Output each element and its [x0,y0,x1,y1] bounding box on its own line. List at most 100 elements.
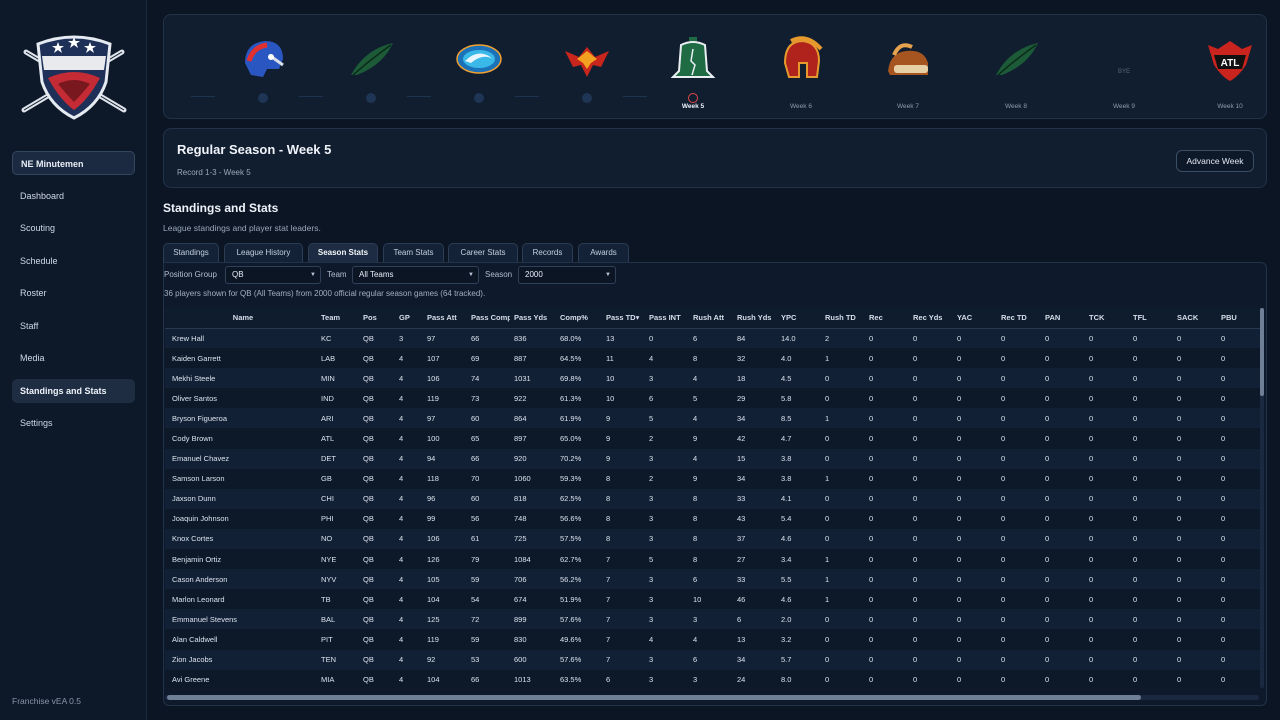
table-row[interactable]: Knox Cortes NO QB 4 106 61 725 57.5% 8 3 8 37 4.6 0 0 0… [165,528,1260,550]
column-header[interactable]: Comp% [556,308,602,329]
sidebar-item-schedule[interactable]: Schedule [12,249,135,273]
column-header[interactable]: Pass TD▾ [602,308,645,329]
column-header[interactable]: Rush TD [821,308,865,329]
column-header[interactable]: Rush Att [689,308,733,329]
table-row[interactable]: Cason Anderson NYV QB 4 105 59 706 56.2% 7 3 6 33 5.… [165,569,1260,590]
week-connector [515,96,539,97]
scroll-thumb[interactable] [1260,308,1264,396]
column-header[interactable]: Team [317,308,359,329]
stat-cell: 0 [821,488,865,509]
column-header[interactable]: Rush Yds [733,308,777,329]
week-node-1[interactable] [228,33,298,118]
table-row[interactable]: Alan Caldwell PIT QB 4 119 59 830 49.6% 7 4 4 13 3.2… [165,629,1260,650]
column-header[interactable]: YPC [777,308,821,329]
tab-records[interactable]: Records [522,243,573,262]
sidebar-item-settings[interactable]: Settings [12,411,135,435]
table-row[interactable]: Marlon Leonard TB QB 4 104 54 674 51.9% 7 3 10 46 4.… [165,589,1260,610]
team-selector[interactable]: NE Minutemen [12,151,135,175]
sidebar-item-standings-and-stats[interactable]: Standings and Stats [12,378,135,403]
column-header[interactable]: Pass Comp [467,308,510,329]
table-row[interactable]: Oliver Santos IND QB 4 119 73 922 61.3% 10 6 5 29 5.… [165,388,1260,409]
stat-cell: 0 [1173,468,1217,489]
stat-cell: 105 [423,569,467,590]
column-header[interactable]: Pass Att [423,308,467,329]
week-node-6[interactable]: Week 6 [766,33,836,118]
position-group-select[interactable]: QB ▼ [225,266,321,284]
table-row[interactable]: Kaiden Garrett LAB QB 4 107 69 887 64.5% 11 4 8 32 4… [165,348,1260,369]
table-row[interactable]: Emanuel Chavez DET QB 4 94 66 920 70.2% 9 3 4 15 3.8… [165,448,1260,469]
column-header[interactable]: YAC [953,308,997,329]
column-header[interactable]: SACK [1173,308,1217,329]
stat-cell: 0 [1217,569,1260,590]
table-row[interactable]: Cody Brown ATL QB 4 100 65 897 65.0% 9 2 9 42 4.7 0 0 0… [165,428,1260,449]
season-select[interactable]: 2000 ▼ [518,266,616,284]
stat-cell: 3.8 [777,448,821,469]
stat-cell: 0 [909,609,953,630]
tab-league-history[interactable]: League History [224,243,303,262]
sidebar-item-staff[interactable]: Staff [12,314,135,338]
stat-cell: 84 [733,328,777,349]
tab-awards[interactable]: Awards [578,243,629,262]
stats-table-container[interactable]: Name Team Pos GP Pass Att Pass Comp Pass Yds Co… [165,308,1260,688]
column-header[interactable]: Pos [359,308,395,329]
sidebar-item-roster[interactable]: Roster [12,281,135,305]
table-row[interactable]: Benjamin Ortiz NYE QB 4 126 79 1084 62.7% 7 5 8 27 3… [165,549,1260,570]
tab-standings[interactable]: Standings [163,243,219,262]
table-row[interactable]: Emmanuel Stevens BAL QB 4 125 72 899 57.6% 7 3 3 6 2… [165,609,1260,630]
stat-cell: 0 [1085,448,1129,469]
team-select[interactable]: All Teams ▼ [352,266,479,284]
week-node-9[interactable]: BYE Week 9 [1089,33,1159,118]
season-stats-panel: Position Group QB ▼ Team All Teams ▼ Sea… [163,262,1267,706]
stat-cell: 0 [1217,549,1260,570]
week-node-4[interactable] [552,33,622,118]
stat-cell: 0 [1173,669,1217,688]
sidebar-item-scouting[interactable]: Scouting [12,216,135,240]
table-row[interactable]: Samson Larson GB QB 4 118 70 1060 59.3% 8 2 9 34 3.8… [165,468,1260,489]
week-node-7[interactable]: Week 7 [873,33,943,118]
column-header[interactable]: PAN [1041,308,1085,329]
advance-week-button[interactable]: Advance Week [1176,150,1254,172]
tab-season-stats[interactable]: Season Stats [308,243,378,262]
table-row[interactable]: Jaxson Dunn CHI QB 4 96 60 818 62.5% 8 3 8 33 4.1 0 0 0… [165,488,1260,509]
week-node-10[interactable]: ATL Week 10 [1195,33,1265,118]
stat-cell: 97 [423,328,467,349]
stat-cell: 4.7 [777,428,821,449]
season-title: Regular Season - Week 5 [177,142,332,157]
week-node-2[interactable] [336,33,406,118]
table-row[interactable]: Bryson Figueroa ARI QB 4 97 60 864 61.9% 9 5 4 34 8.… [165,408,1260,429]
column-header[interactable]: Rec [865,308,909,329]
tab-career-stats[interactable]: Career Stats [448,243,518,262]
column-header[interactable]: GP [395,308,423,329]
column-header[interactable]: Pass INT [645,308,689,329]
vertical-scrollbar[interactable] [1260,308,1264,688]
column-header[interactable]: Rec Yds [909,308,953,329]
column-header[interactable]: TFL [1129,308,1173,329]
table-row[interactable]: Avi Greene MIA QB 4 104 66 1013 63.5% 6 3 3 24 8.0 0 0… [165,669,1260,688]
stat-cell: 119 [423,629,467,650]
stat-cell: 57.5% [556,528,602,550]
column-header[interactable]: Name [165,308,317,329]
table-row[interactable]: Mekhi Steele MIN QB 4 106 74 1031 69.8% 10 3 4 18 4.… [165,368,1260,389]
sidebar-item-media[interactable]: Media [12,346,135,370]
column-header[interactable]: Pass Yds [510,308,556,329]
stat-cell: 0 [1173,408,1217,429]
week-node-5[interactable]: Week 5 [658,33,728,118]
column-header[interactable]: PBU [1217,308,1260,329]
player-name-cell: Oliver Santos [165,388,317,409]
stat-cell: 0 [1129,368,1173,389]
table-row[interactable]: Zion Jacobs TEN QB 4 92 53 600 57.6% 7 3 6 34 5.7 0 0 0… [165,649,1260,670]
stat-cell: 830 [510,629,556,650]
week-node-8[interactable]: Week 8 [981,33,1051,118]
sidebar-item-dashboard[interactable]: Dashboard [12,184,135,208]
stat-cell: 0 [1041,569,1085,590]
tab-team-stats[interactable]: Team Stats [383,243,444,262]
week-node-3[interactable] [444,33,514,118]
stat-cell: 118 [423,468,467,489]
scroll-thumb[interactable] [167,695,1141,700]
table-row[interactable]: Krew Hall KC QB 3 97 66 836 68.0% 13 0 6 84 14.0 2 0 0 0… [165,328,1260,349]
stat-cell: 0 [953,609,997,630]
column-header[interactable]: TCK [1085,308,1129,329]
table-row[interactable]: Joaquin Johnson PHI QB 4 99 56 748 56.6% 8 3 8 43 5.… [165,508,1260,529]
horizontal-scrollbar[interactable] [165,695,1259,700]
column-header[interactable]: Rec TD [997,308,1041,329]
